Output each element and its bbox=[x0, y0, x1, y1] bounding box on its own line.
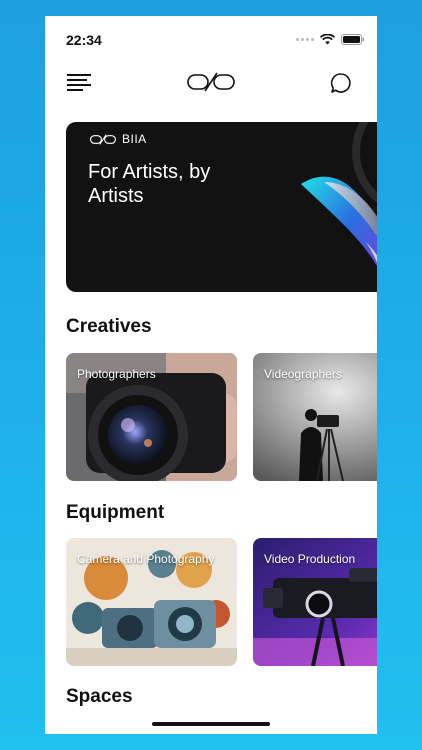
hero-title: For Artists, by Artists bbox=[88, 161, 211, 207]
home-indicator bbox=[152, 722, 270, 726]
status-bar: 22:34 bbox=[45, 16, 377, 62]
card-videographers[interactable]: Videographers bbox=[253, 353, 377, 481]
status-time: 22:34 bbox=[66, 32, 102, 48]
link-logo-icon bbox=[187, 72, 235, 92]
section-title-spaces: Spaces bbox=[66, 686, 133, 707]
chat-bubble-icon[interactable] bbox=[329, 71, 353, 95]
card-label: Photographers bbox=[77, 367, 156, 381]
wifi-icon bbox=[320, 34, 335, 45]
card-video-production[interactable]: Video Production bbox=[253, 538, 377, 666]
battery-icon bbox=[341, 34, 364, 45]
section-title-equipment: Equipment bbox=[66, 502, 165, 523]
card-photographers[interactable]: Photographers bbox=[66, 353, 237, 481]
menu-icon[interactable] bbox=[67, 74, 91, 92]
card-label: Video Production bbox=[264, 552, 356, 566]
card-label: Camera and Photography bbox=[77, 552, 215, 566]
card-label: Videographers bbox=[264, 367, 342, 381]
hero-brand: BIIA bbox=[90, 132, 147, 146]
app-screen: 22:34 BIIA For Artists, by Artists Creat… bbox=[45, 16, 377, 734]
hero-banner[interactable]: BIIA For Artists, by Artists bbox=[66, 122, 377, 292]
section-title-creatives: Creatives bbox=[66, 316, 152, 337]
status-icons bbox=[296, 34, 365, 45]
top-nav bbox=[45, 68, 377, 100]
hero-ribbon-art bbox=[301, 122, 377, 266]
link-logo-icon bbox=[90, 133, 116, 145]
card-camera-photography[interactable]: Camera and Photography bbox=[66, 538, 237, 666]
signal-icon bbox=[296, 38, 314, 41]
hero-brand-name: BIIA bbox=[122, 132, 147, 146]
